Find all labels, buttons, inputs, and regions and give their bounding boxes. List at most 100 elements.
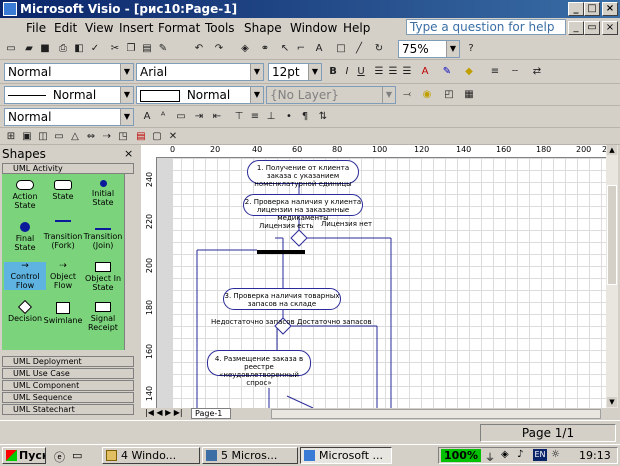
stencil-uml-deployment[interactable]: UML Deployment: [2, 356, 134, 367]
format-painter-icon[interactable]: ✎: [156, 42, 170, 56]
fork-bar[interactable]: [257, 250, 305, 254]
doc-restore-button[interactable]: ▭: [584, 21, 600, 35]
menu-view[interactable]: View: [85, 21, 113, 35]
line-style-combo[interactable]: Normal ▼: [4, 86, 134, 104]
help-search-input[interactable]: Type a question for help: [406, 19, 566, 35]
uml-dependency-icon[interactable]: ⇢: [100, 130, 114, 144]
line-tool-icon[interactable]: ╱: [352, 42, 366, 56]
page-tab-page-1[interactable]: Page-1: [191, 408, 231, 419]
fill-style-combo[interactable]: Normal ▼: [136, 86, 264, 104]
save-icon[interactable]: ■: [38, 42, 52, 56]
uml-model-icon[interactable]: ◳: [116, 130, 130, 144]
menu-shape[interactable]: Shape: [244, 21, 282, 35]
line-ends-icon[interactable]: ⇄: [530, 65, 544, 79]
uml-association-icon[interactable]: ⇔: [84, 130, 98, 144]
clock[interactable]: 19:13: [579, 449, 611, 462]
shapes-icon[interactable]: ◈: [238, 42, 252, 56]
shape-final-state[interactable]: Final State: [4, 222, 46, 252]
doc-close-button[interactable]: ×: [602, 21, 618, 35]
drawing-page[interactable]: 1. Получение от клиента заказа с указани…: [157, 158, 606, 408]
text-direction-icon[interactable]: ⇅: [316, 110, 330, 124]
align-middle-icon[interactable]: ≡: [248, 110, 262, 124]
font-size-dropdown-icon[interactable]: ▼: [308, 64, 321, 80]
stencil-uml-component[interactable]: UML Component: [2, 380, 134, 391]
quick-launch-ie-icon[interactable]: ⓔ: [54, 449, 65, 465]
shape-initial-state[interactable]: Initial State: [82, 180, 124, 207]
indent-icon[interactable]: ⇥: [192, 110, 206, 124]
fill-style-dropdown-icon[interactable]: ▼: [250, 87, 263, 103]
layer-combo[interactable]: {No Layer} ▼: [266, 86, 396, 104]
vertical-scrollbar[interactable]: ▲ ▼: [606, 145, 618, 408]
text-style-dropdown-icon[interactable]: ▼: [120, 109, 133, 125]
paragraph-spacing-icon[interactable]: ¶: [298, 110, 312, 124]
menu-edit[interactable]: Edit: [54, 21, 77, 35]
line-weight-icon[interactable]: ≡: [488, 65, 502, 79]
scroll-up-icon[interactable]: ▲: [607, 145, 617, 155]
underline-icon[interactable]: U: [354, 65, 368, 79]
node-check-license[interactable]: 2. Проверка наличия у клиента лицензии н…: [243, 194, 363, 222]
italic-icon[interactable]: I: [340, 65, 354, 79]
shape-state[interactable]: State: [42, 180, 84, 201]
spelling-icon[interactable]: ✓: [88, 42, 102, 56]
task-windows-explorer[interactable]: 4 Windo...: [102, 447, 200, 464]
maximize-button[interactable]: □: [584, 2, 600, 16]
rectangle-tool-icon[interactable]: □: [334, 42, 348, 56]
stencil-uml-activity[interactable]: UML Activity: [2, 163, 134, 174]
align-bottom-icon[interactable]: ⊥: [264, 110, 278, 124]
zoom-dropdown-icon[interactable]: ▼: [446, 41, 459, 57]
hyperlink-icon[interactable]: ⚭: [258, 42, 272, 56]
task-microsoft-word[interactable]: 5 Micros...: [202, 447, 298, 464]
corner-rounding-icon[interactable]: ◰: [442, 88, 456, 102]
shapes-pane-close-icon[interactable]: ×: [124, 147, 133, 160]
pointer-tool-icon[interactable]: ↖: [278, 42, 292, 56]
redo-icon[interactable]: ↷: [212, 42, 226, 56]
bullets-icon[interactable]: •: [282, 110, 296, 124]
new-icon[interactable]: ▭: [4, 42, 18, 56]
print-preview-icon[interactable]: ◧: [72, 42, 86, 56]
style-dropdown-icon[interactable]: ▼: [120, 64, 133, 80]
uml-delete-icon[interactable]: ✕: [166, 130, 180, 144]
node-receive-order[interactable]: 1. Получение от клиента заказа с указани…: [247, 160, 359, 188]
uml-code-icon[interactable]: ▢: [150, 130, 164, 144]
stencil-scrollbar[interactable]: [124, 174, 135, 350]
shape-transition-join[interactable]: Transition (Join): [82, 220, 124, 250]
quick-launch-desktop-icon[interactable]: ▭: [72, 449, 82, 462]
menu-file[interactable]: File: [26, 21, 46, 35]
close-button[interactable]: ×: [602, 2, 618, 16]
node-check-stock[interactable]: 3. Проверка наличия товарных запасов на …: [223, 288, 341, 310]
uml-navigator-icon[interactable]: ⊞: [4, 130, 18, 144]
cut-icon[interactable]: ✂: [108, 42, 122, 56]
doc-minimize-button[interactable]: _: [568, 21, 584, 35]
uml-class-icon[interactable]: ◫: [36, 130, 50, 144]
stencil-uml-sequence[interactable]: UML Sequence: [2, 392, 134, 403]
shape-decision[interactable]: Decision: [4, 299, 46, 323]
print-icon[interactable]: ⎙: [56, 42, 70, 56]
undo-icon[interactable]: ↶: [192, 42, 206, 56]
stencil-uml-statechart[interactable]: UML Statechart: [2, 404, 134, 415]
language-indicator[interactable]: EN: [533, 449, 547, 461]
task-microsoft-visio[interactable]: Microsoft ...: [300, 447, 392, 464]
visio-app-icon[interactable]: [3, 2, 17, 16]
font-combo[interactable]: Arial ▼: [136, 63, 264, 81]
layer-dropdown-icon[interactable]: ▼: [382, 87, 395, 103]
battery-indicator[interactable]: 100%: [441, 449, 481, 462]
line-color-icon[interactable]: ✎: [440, 65, 454, 79]
shape-transition-fork[interactable]: Transition (Fork): [42, 220, 84, 250]
increase-font-icon[interactable]: A: [140, 110, 154, 124]
open-icon[interactable]: ▰: [22, 42, 36, 56]
horizontal-scrollbar[interactable]: [271, 409, 601, 419]
decrease-font-icon[interactable]: ᴬ: [156, 110, 170, 124]
shape-signal-receipt[interactable]: Signal Receipt: [82, 302, 124, 332]
transparency-icon[interactable]: ▦: [462, 88, 476, 102]
align-top-icon[interactable]: ⊤: [232, 110, 246, 124]
zoom-combo[interactable]: 75% ▼: [398, 40, 460, 58]
menu-window[interactable]: Window: [290, 21, 337, 35]
uml-generalization-icon[interactable]: △: [68, 130, 82, 144]
align-right-icon[interactable]: ☰: [400, 65, 414, 79]
node-register-demand[interactable]: 4. Размещение заказа в реестре «неудовле…: [207, 350, 311, 387]
text-style-combo[interactable]: Normal ▼: [4, 108, 134, 126]
line-pattern-icon[interactable]: ┄: [508, 65, 522, 79]
power-plug-icon[interactable]: ⏚: [485, 449, 495, 464]
text-block-icon[interactable]: ▭: [174, 110, 188, 124]
volume-icon[interactable]: ♪: [517, 449, 523, 460]
